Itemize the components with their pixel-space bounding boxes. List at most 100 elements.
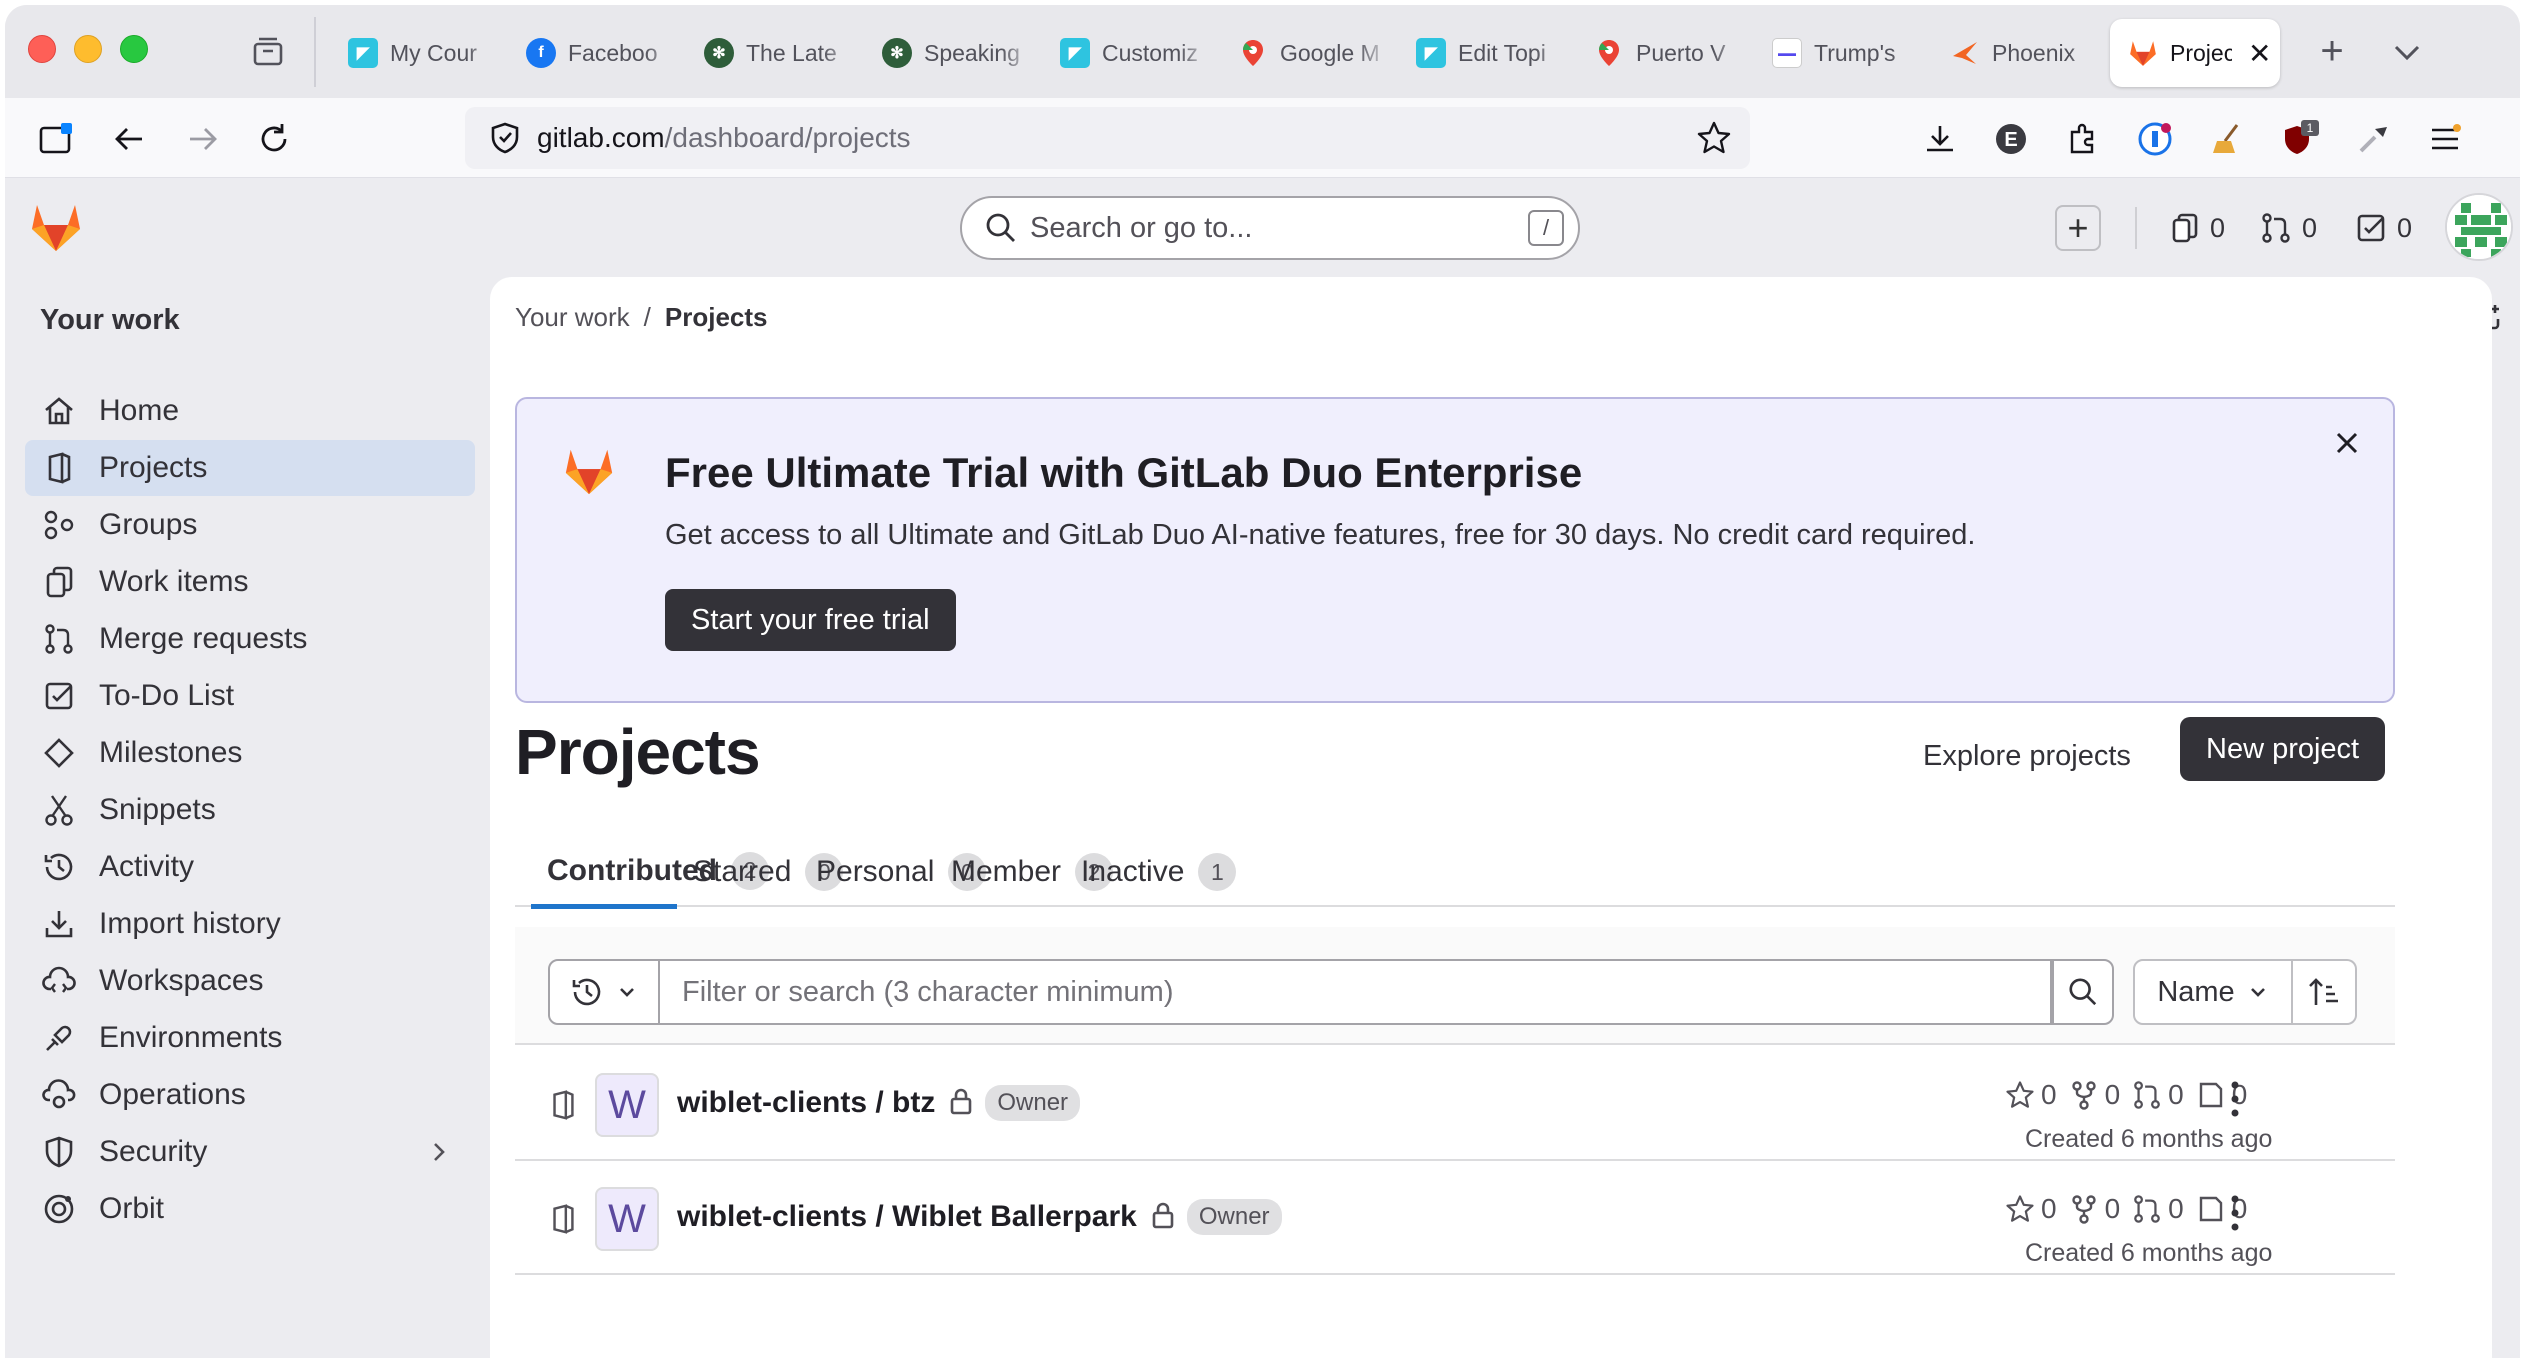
zoom-window-button[interactable]: [120, 35, 148, 63]
forks-stat[interactable]: 0: [2069, 1193, 2120, 1225]
filter-search-input[interactable]: Filter or search (3 character minimum): [660, 959, 2052, 1025]
browser-tab[interactable]: f Faceboo: [508, 19, 678, 87]
new-project-button[interactable]: New project: [2180, 717, 2386, 781]
reload-icon[interactable]: [253, 118, 295, 160]
sidebar-item-operations[interactable]: Operations: [25, 1067, 475, 1123]
maps-pin-icon: [1594, 38, 1624, 68]
explore-projects-button[interactable]: Explore projects: [1923, 725, 2131, 787]
phoenix-icon: [1950, 38, 1980, 68]
eyedropper-icon[interactable]: [2353, 119, 2393, 159]
tab-groups-icon[interactable]: [251, 35, 285, 69]
stars-stat[interactable]: 0: [2005, 1193, 2057, 1225]
sidebar-item-merge-requests[interactable]: Merge requests: [25, 611, 475, 667]
user-avatar[interactable]: [2445, 193, 2513, 261]
wiblet-icon: ◤: [1060, 38, 1090, 68]
sidebar-item-label: Groups: [99, 508, 198, 541]
sidebar-item-projects[interactable]: Projects: [25, 440, 475, 496]
wiblet-icon: ◤: [348, 38, 378, 68]
search-placeholder: Search or go to...: [1030, 211, 1253, 244]
browser-tab[interactable]: Puerto V: [1576, 19, 1746, 87]
created-date: Created 6 months ago: [2025, 1125, 2273, 1153]
issues-icon: [2172, 213, 2198, 243]
sidebar-item-import-history[interactable]: Import history: [25, 896, 475, 952]
sidebar-item-workspaces[interactable]: Workspaces: [25, 953, 475, 1009]
merge-requests-stat[interactable]: 0: [2132, 1079, 2184, 1111]
project-name-link[interactable]: wiblet-clients / Wiblet Ballerpark: [677, 1200, 1137, 1233]
extension-e-icon[interactable]: E: [1991, 119, 2031, 159]
sidebar-item-home[interactable]: Home: [25, 383, 475, 439]
ublock-shield-icon[interactable]: 1: [2280, 119, 2320, 159]
more-actions-icon[interactable]: [2220, 1191, 2250, 1235]
sidebar-item-todo-list[interactable]: To-Do List: [25, 668, 475, 724]
browser-tab-active[interactable]: Projec ✕: [2110, 19, 2280, 87]
tracking-protection-icon[interactable]: [487, 120, 523, 156]
browser-tab[interactable]: ◤ My Cour: [330, 19, 500, 87]
sidebar-item-label: Operations: [99, 1078, 246, 1111]
create-new-button[interactable]: +: [2055, 205, 2101, 251]
merge-requests-stat[interactable]: 0: [2132, 1193, 2184, 1225]
merge-request-icon: [2134, 1195, 2160, 1223]
forks-stat[interactable]: 0: [2069, 1079, 2120, 1111]
more-actions-icon[interactable]: [2220, 1077, 2250, 1121]
tab-inactive[interactable]: Inactive 1: [1081, 837, 1237, 907]
recent-searches-dropdown[interactable]: [548, 959, 660, 1025]
filter-search-button[interactable]: [2052, 959, 2114, 1025]
chevron-down-icon[interactable]: [2387, 35, 2427, 71]
todos-counter[interactable]: 0: [2355, 207, 2412, 249]
broom-extension-icon[interactable]: [2207, 119, 2247, 159]
sidebar-item-work-items[interactable]: Work items: [25, 554, 475, 610]
tab-label: Projec: [2170, 39, 2232, 66]
sort-direction-button[interactable]: [2293, 959, 2357, 1025]
new-tab-button[interactable]: +: [2310, 31, 2354, 75]
sidebar-item-groups[interactable]: Groups: [25, 497, 475, 553]
sidebar-item-environments[interactable]: Environments: [25, 1010, 475, 1066]
stars-count: 0: [2041, 1079, 2057, 1110]
todo-icon: [2357, 214, 2385, 242]
sidebar-item-milestones[interactable]: Milestones: [25, 725, 475, 781]
minimize-window-button[interactable]: [74, 35, 102, 63]
sort-by-dropdown[interactable]: Name: [2133, 959, 2293, 1025]
start-trial-button[interactable]: Start your free trial: [665, 589, 956, 651]
browser-tab[interactable]: ✻ The Late: [686, 19, 856, 87]
browser-tab[interactable]: ✻ Speaking: [864, 19, 1034, 87]
lock-icon: [1149, 1200, 1177, 1230]
downloads-icon[interactable]: [1920, 119, 1960, 159]
address-bar[interactable]: gitlab.com/dashboard/projects: [465, 107, 1750, 169]
extensions-puzzle-icon[interactable]: [2063, 119, 2103, 159]
browser-window: ◤ My Cour f Faceboo ✻ The Late ✻ Speakin…: [5, 5, 2520, 1358]
sidebar-item-snippets[interactable]: Snippets: [25, 782, 475, 838]
sidebar-item-security[interactable]: Security: [25, 1124, 475, 1180]
breadcrumb-projects[interactable]: Projects: [665, 302, 768, 333]
merge-requests-counter[interactable]: 0: [2260, 207, 2317, 249]
sidebar-item-label: Milestones: [99, 736, 243, 769]
browser-tab[interactable]: ◤ Customiz: [1042, 19, 1212, 87]
assigned-issues-counter[interactable]: 0: [2170, 207, 2225, 249]
project-row[interactable]: W wiblet-clients / btz Owner 0 0 0 0 Crea…: [515, 1047, 2395, 1161]
breadcrumb-your-work[interactable]: Your work: [515, 302, 630, 333]
close-icon[interactable]: [2329, 425, 2365, 461]
url-host: gitlab.com: [537, 122, 665, 153]
project-avatar[interactable]: W: [595, 1187, 659, 1251]
forward-icon[interactable]: [181, 118, 223, 160]
browser-tab[interactable]: Google M: [1220, 19, 1390, 87]
project-row[interactable]: W wiblet-clients / Wiblet Ballerpark Owne…: [515, 1161, 2395, 1275]
gitlab-logo-icon[interactable]: [28, 199, 84, 255]
global-search-input[interactable]: Search or go to... /: [960, 196, 1580, 260]
sidebar-item-activity[interactable]: Activity: [25, 839, 475, 895]
project-avatar[interactable]: W: [595, 1073, 659, 1137]
project-name-link[interactable]: wiblet-clients / btz: [677, 1086, 935, 1119]
password-manager-icon[interactable]: [2135, 119, 2175, 159]
breadcrumb: Your work / Projects: [515, 302, 768, 333]
browser-tab[interactable]: ◤ Edit Topi: [1398, 19, 1568, 87]
browser-tab[interactable]: ▬▬ Trump's: [1754, 19, 1924, 87]
menu-icon[interactable]: [2425, 119, 2465, 159]
sidebar-toggle-icon[interactable]: [35, 118, 77, 160]
close-window-button[interactable]: [28, 35, 56, 63]
browser-tab[interactable]: Phoenix: [1932, 19, 2102, 87]
sidebar-item-orbit[interactable]: Orbit: [25, 1181, 475, 1237]
close-tab-icon[interactable]: ✕: [2248, 37, 2271, 70]
stars-stat[interactable]: 0: [2005, 1079, 2057, 1111]
bookmark-star-icon[interactable]: [1696, 120, 1732, 156]
back-icon[interactable]: [109, 118, 151, 160]
tab-contributed[interactable]: Contributed 2: [531, 837, 769, 909]
